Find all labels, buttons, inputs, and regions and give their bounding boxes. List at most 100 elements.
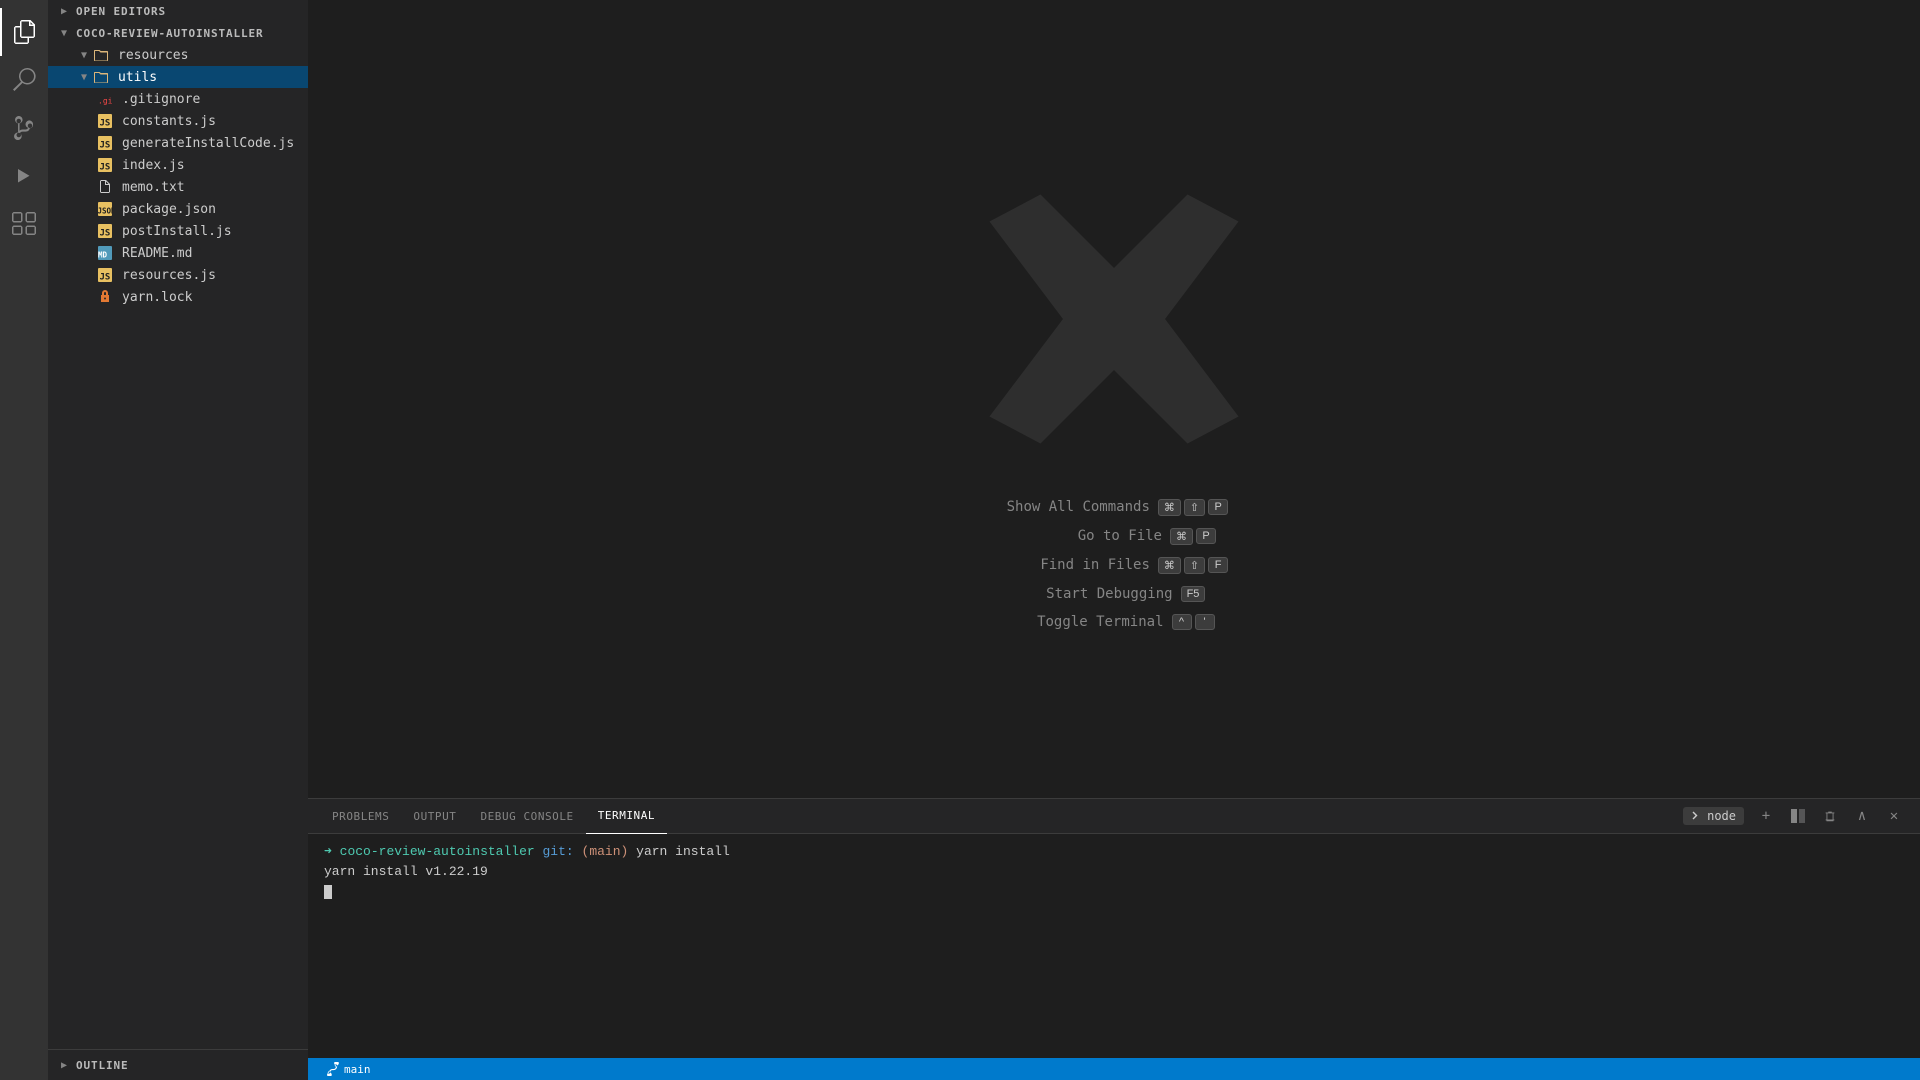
shortcut-label: Find in Files: [1000, 557, 1150, 573]
main-content: Show All Commands⌘⇧PGo to File⌘PFind in …: [308, 0, 1920, 1080]
sidebar-outline: ▶ OUTLINE: [48, 1049, 308, 1080]
vscode-watermark-logo: [964, 169, 1264, 469]
svg-text:JS: JS: [100, 119, 111, 129]
sidebar: ▶ Open Editors ▼ COCO-REVIEW-AUTOINSTALL…: [48, 0, 308, 1080]
outline-section-header[interactable]: ▶ OUTLINE: [48, 1054, 308, 1076]
git-icon-icon: .git: [96, 90, 114, 108]
extensions-activity-icon[interactable]: [0, 200, 48, 248]
git-branch-status-item[interactable]: main: [320, 1058, 377, 1080]
kbd-key: ⇧: [1184, 499, 1205, 516]
shortcuts-container: Show All Commands⌘⇧PGo to File⌘PFind in …: [1000, 499, 1228, 630]
panel-tab-output[interactable]: OUTPUT: [401, 799, 468, 834]
kbd-group: ⌘P: [1170, 528, 1216, 545]
panel-tabs-list: PROBLEMSOUTPUTDEBUG CONSOLETERMINAL: [320, 799, 667, 834]
run-debug-activity-icon[interactable]: [0, 152, 48, 200]
shortcut-row: Find in Files ⌘⇧F: [1000, 557, 1228, 574]
kbd-group: ^': [1172, 614, 1215, 630]
open-editors-section[interactable]: ▶ Open Editors: [48, 0, 308, 22]
kbd-key: F5: [1181, 586, 1206, 602]
outline-label: OUTLINE: [76, 1059, 129, 1072]
js-icon-icon: JS: [96, 222, 114, 240]
terminal-arrow: ➜: [324, 844, 332, 859]
git-branch-icon: [326, 1062, 340, 1076]
outline-chevron: ▶: [56, 1057, 72, 1073]
source-control-activity-icon[interactable]: [0, 104, 48, 152]
folder-item[interactable]: ▼ utils: [48, 66, 308, 88]
panel-tab-problems[interactable]: PROBLEMS: [320, 799, 401, 834]
activity-bar: [0, 0, 48, 1080]
kbd-key: ⌘: [1170, 528, 1193, 545]
status-bar: main: [308, 1058, 1920, 1080]
svg-text:JS: JS: [100, 273, 111, 283]
git-branch-label: main: [344, 1063, 371, 1076]
explorer-activity-icon[interactable]: [0, 8, 48, 56]
panel-tab-terminal[interactable]: TERMINAL: [586, 799, 667, 834]
tree-item-label: index.js: [122, 158, 185, 173]
terminal-path: coco-review-autoinstaller: [340, 844, 535, 859]
file-item[interactable]: JSresources.js: [48, 264, 308, 286]
kill-terminal-button[interactable]: [1816, 802, 1844, 830]
tree-item-label: postInstall.js: [122, 224, 232, 239]
folder-icon-icon: [92, 46, 110, 64]
shortcut-label: Toggle Terminal: [1014, 614, 1164, 630]
shortcut-label: Show All Commands: [1000, 499, 1150, 515]
file-tree: ▼ resources▼ utils .git .gitignore JSconsta…: [48, 44, 308, 308]
file-item[interactable]: .git .gitignore: [48, 88, 308, 110]
shortcut-row: Go to File⌘P: [1000, 528, 1228, 545]
split-terminal-button[interactable]: [1784, 802, 1812, 830]
file-item[interactable]: MD README.md: [48, 242, 308, 264]
json-icon-icon: JSON: [96, 200, 114, 218]
kbd-key: ': [1195, 614, 1215, 630]
js-icon-icon: JS: [96, 112, 114, 130]
js-icon-icon: JS: [96, 156, 114, 174]
tree-item-label: .gitignore: [122, 92, 200, 107]
shortcut-label: Start Debugging: [1023, 586, 1173, 602]
kbd-group: ⌘⇧F: [1158, 557, 1228, 574]
tree-item-label: memo.txt: [122, 180, 185, 195]
shortcut-row: Show All Commands ⌘⇧P: [1000, 499, 1228, 516]
tree-item-label: utils: [118, 70, 157, 85]
search-activity-icon[interactable]: [0, 56, 48, 104]
tree-item-label: yarn.lock: [122, 290, 192, 305]
terminal-icon: [1691, 810, 1703, 822]
terminal-command: yarn install: [636, 844, 730, 859]
terminal-content[interactable]: ➜ coco-review-autoinstaller git: (main) …: [308, 834, 1920, 1058]
file-item[interactable]: JS index.js: [48, 154, 308, 176]
svg-text:.git: .git: [98, 97, 113, 106]
terminal-cursor-line: [324, 882, 1904, 902]
node-indicator: node: [1683, 807, 1744, 825]
file-item[interactable]: JSconstants.js: [48, 110, 308, 132]
shortcut-row: Toggle Terminal ^': [1000, 614, 1228, 630]
svg-text:MD: MD: [98, 251, 108, 260]
panel-tab-actions: node + ∧ ✕: [1683, 802, 1908, 830]
open-editors-chevron: ▶: [56, 3, 72, 19]
folder-icon-icon: [92, 68, 110, 86]
project-chevron: ▼: [56, 25, 72, 41]
folder-item[interactable]: ▼ resources: [48, 44, 308, 66]
svg-text:JS: JS: [100, 163, 111, 173]
maximize-panel-button[interactable]: ∧: [1848, 802, 1876, 830]
kbd-key: ⌘: [1158, 557, 1181, 574]
file-item[interactable]: yarn.lock: [48, 286, 308, 308]
terminal-panel: PROBLEMSOUTPUTDEBUG CONSOLETERMINAL node…: [308, 798, 1920, 1058]
terminal-version: yarn install v1.22.19: [324, 864, 488, 879]
svg-text:JSON: JSON: [98, 207, 114, 216]
txt-icon-icon: [96, 178, 114, 196]
file-item[interactable]: JS postInstall.js: [48, 220, 308, 242]
terminal-branch: (main): [582, 844, 629, 859]
kbd-key: P: [1196, 528, 1216, 544]
svg-text:JS: JS: [100, 141, 111, 151]
close-panel-button[interactable]: ✕: [1880, 802, 1908, 830]
project-section-header[interactable]: ▼ COCO-REVIEW-AUTOINSTALLER: [48, 22, 308, 44]
tree-item-label: README.md: [122, 246, 192, 261]
file-item[interactable]: JSgenerateInstallCode.js: [48, 132, 308, 154]
kbd-key: P: [1208, 499, 1228, 515]
file-item[interactable]: memo.txt: [48, 176, 308, 198]
project-name-label: COCO-REVIEW-AUTOINSTALLER: [76, 27, 264, 40]
panel-tab-debug-console[interactable]: DEBUG CONSOLE: [468, 799, 585, 834]
file-item[interactable]: JSONpackage.json: [48, 198, 308, 220]
kbd-group: ⌘⇧P: [1158, 499, 1228, 516]
svg-text:JS: JS: [100, 229, 111, 239]
open-editors-label: Open Editors: [76, 5, 166, 18]
new-terminal-button[interactable]: +: [1752, 802, 1780, 830]
